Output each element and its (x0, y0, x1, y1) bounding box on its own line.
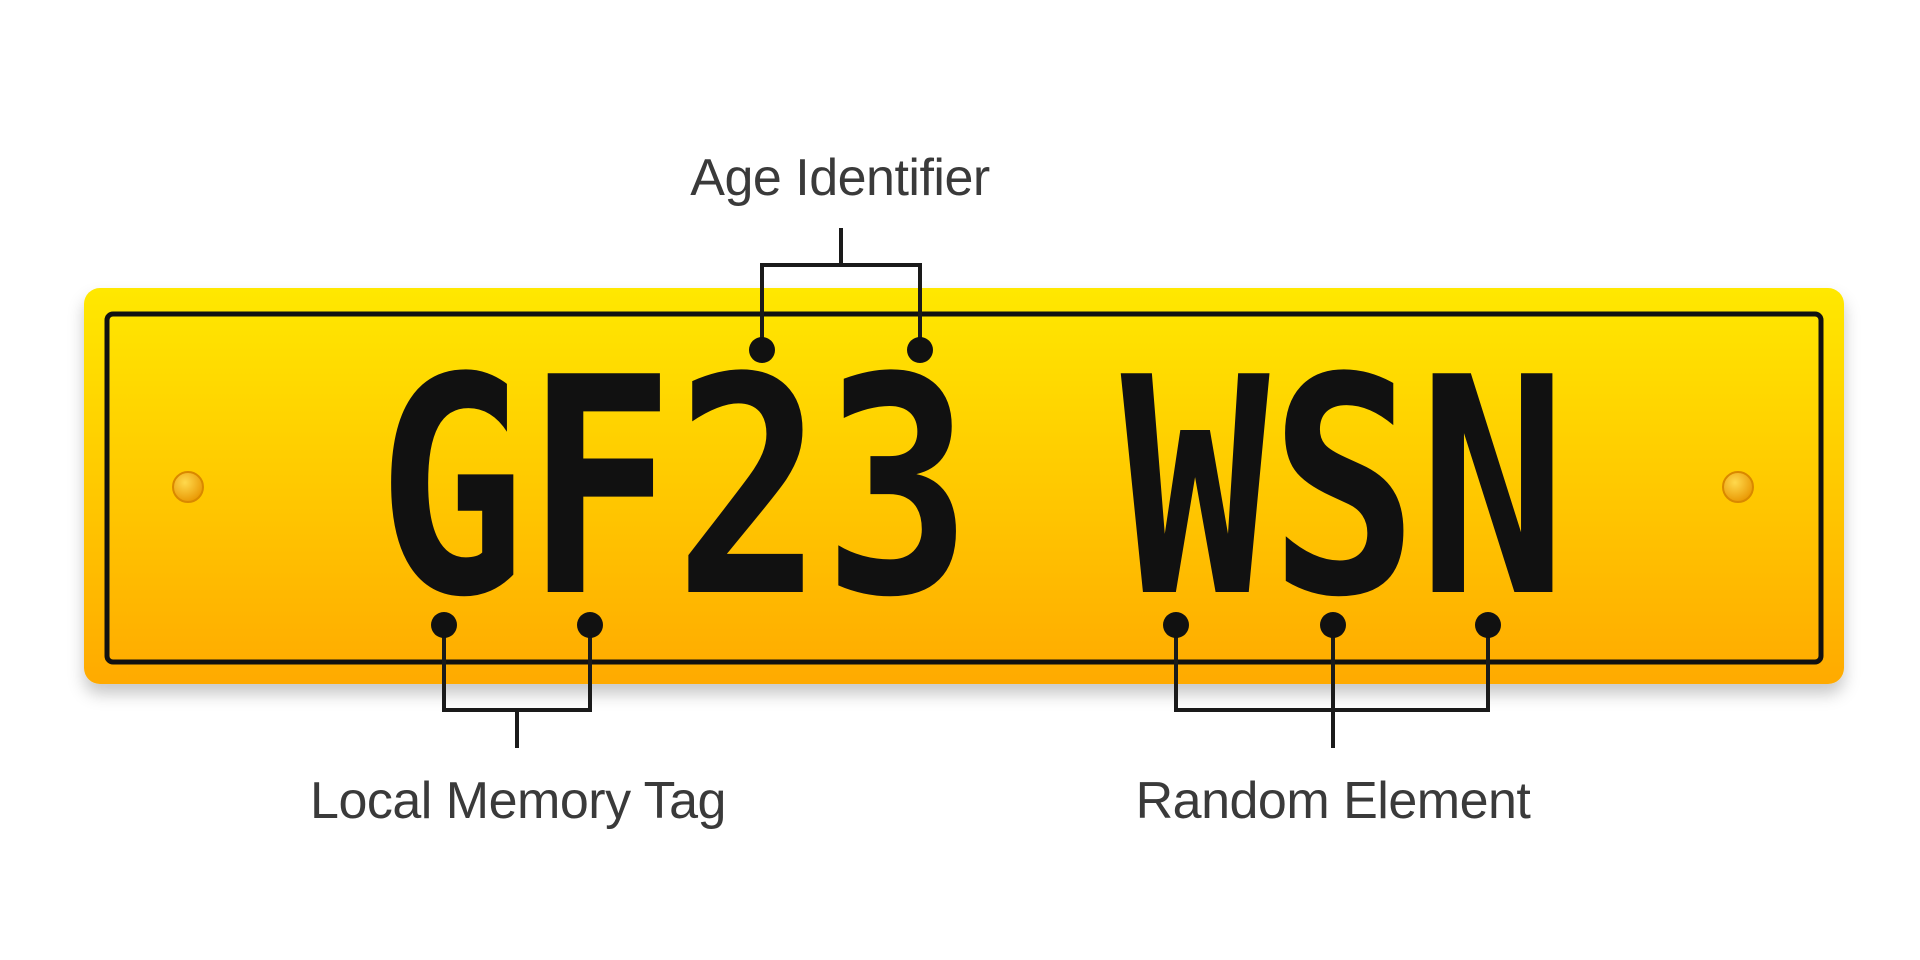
plate-diagram: GF23 WSN Age Identifier Local Memory Tag… (0, 0, 1920, 960)
right-screw-icon (1722, 471, 1754, 503)
local-memory-tag-label: Local Memory Tag (310, 772, 726, 830)
random-element-label: Random Element (1136, 772, 1532, 830)
left-screw-icon (172, 471, 204, 503)
registration-text: GF23 WSN (377, 314, 1567, 663)
diagram-canvas: GF23 WSN Age Identifier Local Memory Tag… (84, 149, 1844, 830)
age-identifier-label: Age Identifier (690, 149, 990, 207)
